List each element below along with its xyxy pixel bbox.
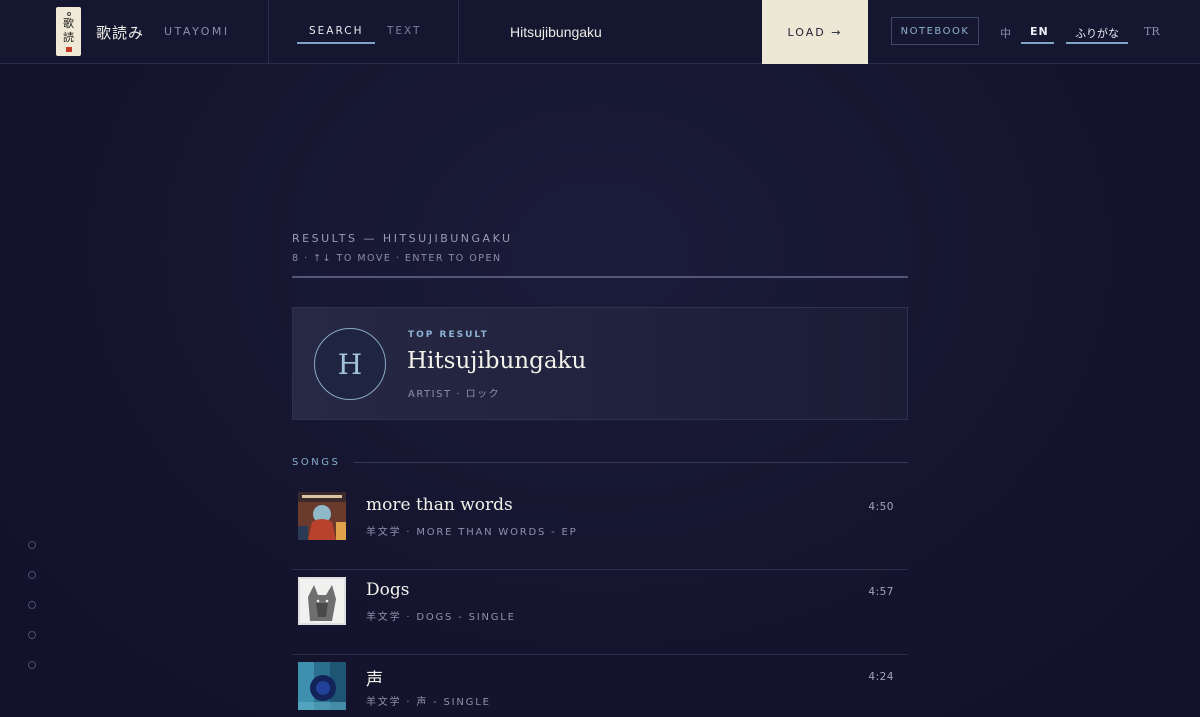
- song-row[interactable]: more than words 羊文学 · MORE THAN WORDS - …: [292, 485, 908, 570]
- artist-avatar: H: [314, 328, 386, 400]
- top-result-label: TOP RESULT: [408, 330, 489, 340]
- album-cover-more-than-words: [298, 492, 346, 540]
- song-duration: 4:24: [868, 671, 894, 683]
- active-tab-indicator: [297, 42, 375, 44]
- furigana-toggle[interactable]: ふりがな: [1075, 25, 1119, 41]
- album-cover-koe: [298, 662, 346, 710]
- divider: [268, 0, 269, 63]
- furigana-indicator: [1066, 42, 1128, 44]
- logo-glyph-2: 読: [63, 30, 74, 44]
- lang-tr-toggle[interactable]: TR: [1144, 25, 1160, 38]
- song-title: more than words: [366, 495, 513, 515]
- lang-en-toggle[interactable]: EN: [1030, 25, 1049, 38]
- top-result-meta: ARTIST · ロック: [408, 389, 501, 400]
- song-meta: 羊文学 · 声 - SINGLE: [366, 697, 491, 708]
- results-divider: [292, 276, 908, 278]
- brand-name-en: UTAYOMI: [164, 25, 230, 38]
- songs-divider: [354, 462, 908, 463]
- results-hint: 8 · ↑↓ TO MOVE · ENTER TO OPEN: [292, 253, 502, 264]
- seal-icon: [65, 46, 72, 52]
- top-result-name: Hitsujibungaku: [407, 348, 587, 374]
- side-nav-dot[interactable]: [28, 541, 36, 549]
- side-nav-dot[interactable]: [28, 631, 36, 639]
- load-button[interactable]: LOAD →: [762, 0, 868, 64]
- side-nav-dot[interactable]: [28, 601, 36, 609]
- side-nav-dot[interactable]: [28, 571, 36, 579]
- search-input[interactable]: [500, 18, 750, 46]
- logo[interactable]: 歌 読: [56, 7, 81, 56]
- logo-glyph-1: 歌: [63, 16, 74, 30]
- song-duration: 4:57: [868, 586, 894, 598]
- song-row[interactable]: Dogs 羊文学 · DOGS - SINGLE 4:57: [292, 570, 908, 655]
- song-title: Dogs: [366, 580, 410, 600]
- tab-text[interactable]: TEXT: [387, 25, 421, 37]
- side-nav-dot[interactable]: [28, 661, 36, 669]
- songs-section-label: SONGS: [292, 457, 341, 468]
- logo-ring-icon: [66, 11, 71, 16]
- song-meta: 羊文学 · DOGS - SINGLE: [366, 612, 516, 623]
- song-duration: 4:50: [868, 501, 894, 513]
- song-row[interactable]: 声 羊文学 · 声 - SINGLE 4:24: [292, 655, 908, 717]
- song-meta: 羊文学 · MORE THAN WORDS - EP: [366, 527, 578, 538]
- top-result-card[interactable]: H TOP RESULT Hitsujibungaku ARTIST · ロック: [292, 307, 908, 420]
- lang-zh-toggle[interactable]: 中: [1000, 25, 1011, 41]
- album-cover-dogs: [298, 577, 346, 625]
- top-bar: 歌 読 歌読み UTAYOMI SEARCH TEXT LOAD → NOTEB…: [0, 0, 1200, 64]
- results-title: RESULTS — HITSUJIBUNGAKU: [292, 232, 513, 245]
- tab-search[interactable]: SEARCH: [309, 25, 363, 37]
- divider: [458, 0, 459, 63]
- notebook-button[interactable]: NOTEBOOK: [891, 17, 979, 45]
- lang-en-indicator: [1021, 42, 1054, 44]
- song-title: 声: [366, 670, 383, 690]
- brand-name-jp: 歌読み: [96, 24, 145, 42]
